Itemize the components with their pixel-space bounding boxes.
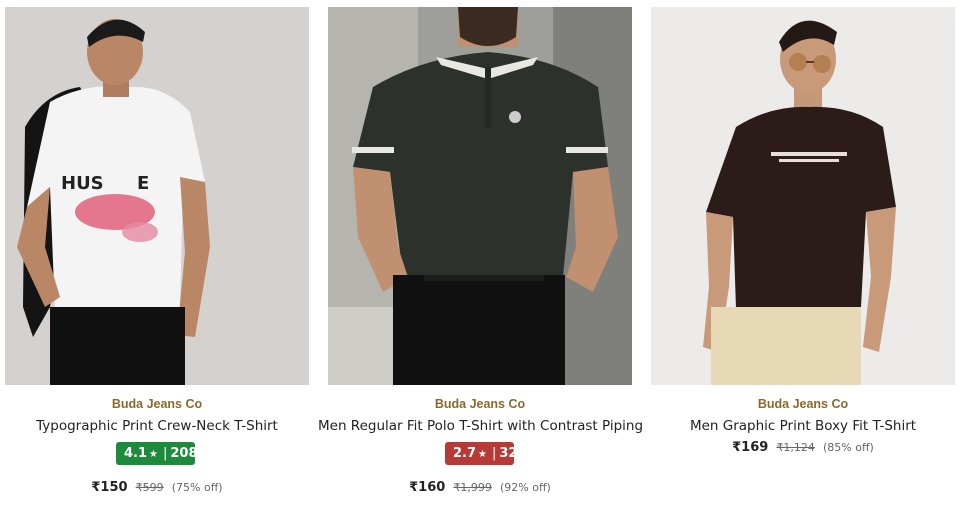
product-photo-green-polo [328, 7, 632, 385]
product-card[interactable]: Buda Jeans Co Men Regular Fit Polo T-Shi… [318, 0, 643, 512]
product-grid: HUS E Buda Jeans Co Typographic Print Cr… [0, 0, 958, 512]
rating-value: 4.1 [124, 446, 148, 461]
discount: (75% off) [171, 481, 223, 494]
price-row: ₹169 ₹1,124 (85% off) [651, 436, 955, 455]
product-image[interactable]: HUS E [5, 7, 309, 385]
product-photo-white-tee: HUS E [5, 7, 309, 385]
original-price: ₹1,124 [776, 441, 815, 454]
star-icon: ★ [149, 449, 158, 460]
product-photo-brown-boxy-tee [651, 7, 955, 385]
product-image[interactable] [328, 7, 632, 385]
review-count: 208 [170, 446, 198, 461]
rating-badge: 4.1 ★ | 208 [116, 442, 198, 465]
rating-value: 2.7 [453, 446, 477, 461]
star-icon: ★ [478, 449, 487, 460]
original-price: ₹599 [135, 481, 164, 494]
discount: (92% off) [500, 481, 551, 494]
product-image[interactable] [651, 7, 955, 385]
brand-name[interactable]: Buda Jeans Co [651, 397, 955, 411]
price-row: ₹150 ₹599 (75% off) [5, 476, 309, 495]
product-card[interactable]: Buda Jeans Co Men Graphic Print Boxy Fit… [651, 0, 955, 512]
product-title[interactable]: Typographic Print Crew-Neck T-Shirt [0, 418, 319, 434]
discount: (85% off) [823, 441, 874, 454]
svg-text:HUS: HUS [61, 173, 104, 194]
price: ₹150 [91, 480, 128, 495]
review-count: 32 [499, 446, 518, 461]
price-row: ₹160 ₹1,999 (92% off) [328, 476, 632, 495]
product-title[interactable]: Men Regular Fit Polo T-Shirt with Contra… [318, 418, 643, 434]
price: ₹160 [409, 480, 446, 495]
price: ₹169 [732, 440, 769, 455]
rating-badge: 2.7 ★ | 32 [445, 442, 518, 465]
original-price: ₹1,999 [453, 481, 492, 494]
brand-name[interactable]: Buda Jeans Co [5, 397, 309, 411]
svg-text:E: E [137, 173, 149, 194]
brand-name[interactable]: Buda Jeans Co [328, 397, 632, 411]
product-title[interactable]: Men Graphic Print Boxy Fit T-Shirt [641, 418, 958, 434]
product-card[interactable]: HUS E Buda Jeans Co Typographic Print Cr… [5, 0, 309, 512]
